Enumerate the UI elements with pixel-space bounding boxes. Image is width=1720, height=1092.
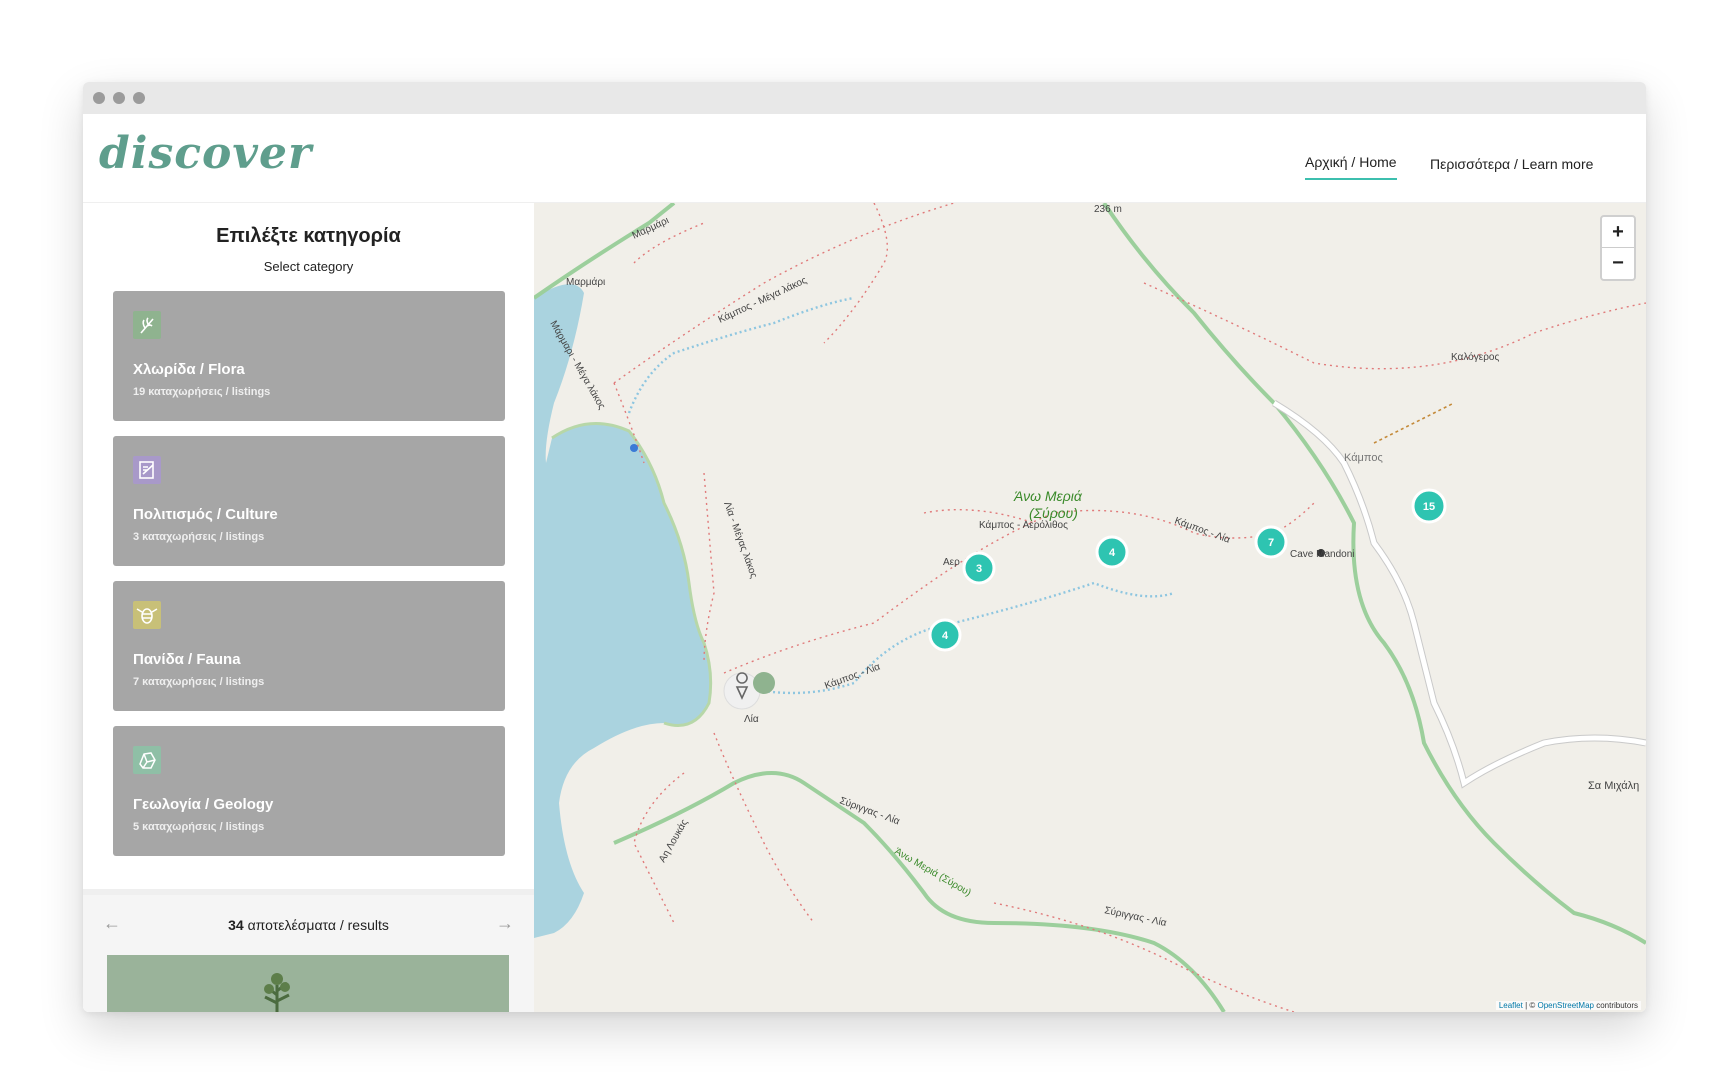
map-view[interactable]: 3 4 4 7 15 236 m Μαρμάρι Μαρμάρι Κάμπος … xyxy=(534,203,1646,1012)
window-control-minimize[interactable] xyxy=(113,92,125,104)
zoom-in-button[interactable]: + xyxy=(1602,217,1634,248)
results-number: 34 xyxy=(228,917,244,933)
scroll-icon xyxy=(133,456,161,484)
streams xyxy=(627,296,1175,695)
leaf-icon xyxy=(133,311,161,339)
plant-image xyxy=(264,973,290,1012)
sidebar-subtitle: Select category xyxy=(263,259,354,274)
cluster-count: 15 xyxy=(1423,501,1435,513)
map-label: Κάμπος xyxy=(1344,452,1383,464)
attribution-tail: contributors xyxy=(1593,1001,1638,1010)
category-count: 7 καταχωρήσεις / listings xyxy=(133,676,265,688)
map-label: Καλόγερος xyxy=(1451,351,1499,363)
category-count: 3 καταχωρήσεις / listings xyxy=(133,531,265,543)
category-label: Χλωρίδα / Flora xyxy=(133,361,245,378)
map-label: Κάμπος - Λία xyxy=(1173,515,1232,546)
category-card-culture[interactable]: Πολιτισμός / Culture 3 καταχωρήσεις / li… xyxy=(113,436,505,566)
results-label: αποτελέσματα / results xyxy=(247,917,389,933)
map-label: Σύριγγας - Λία xyxy=(1103,904,1168,929)
map-label: (Σύρου) xyxy=(1029,505,1078,521)
water-source-icon[interactable] xyxy=(630,444,638,452)
category-card-geology[interactable]: Γεωλογία / Geology 5 καταχωρήσεις / list… xyxy=(113,726,505,856)
category-card-fauna[interactable]: Πανίδα / Fauna 7 καταχωρήσεις / listings xyxy=(113,581,505,711)
map-label: 236 m xyxy=(1094,204,1122,215)
leaflet-link[interactable]: Leaflet xyxy=(1499,1001,1523,1010)
cluster-count: 7 xyxy=(1268,537,1274,549)
map-label: Κάμπος - Αερόλιθος xyxy=(979,519,1068,531)
white-road xyxy=(1272,400,1646,788)
osm-link[interactable]: OpenStreetMap xyxy=(1537,1001,1593,1010)
category-count: 5 καταχωρήσεις / listings xyxy=(133,821,265,833)
sidebar-title: Επιλέξτε κατηγορία xyxy=(216,225,401,247)
map-label: Λία xyxy=(744,713,759,725)
category-card-flora[interactable]: Χλωρίδα / Flora 19 καταχωρήσεις / listin… xyxy=(113,291,505,421)
window-control-close[interactable] xyxy=(93,92,105,104)
nav-learn-more-link[interactable]: Περισσότερα / Learn more xyxy=(1430,156,1593,172)
category-count: 19 καταχωρήσεις / listings xyxy=(133,386,271,398)
category-label: Γεωλογία / Geology xyxy=(133,796,274,813)
site-header: discover Αρχική / Home Περισσότερα / Lea… xyxy=(83,114,1646,203)
white-road-outline xyxy=(1272,399,1646,789)
arrow-right-icon[interactable]: → xyxy=(496,913,514,934)
category-sidebar: Επιλέξτε κατηγορία Select category Χλωρί… xyxy=(83,203,534,1012)
rock-icon xyxy=(133,746,161,774)
track xyxy=(1373,402,1455,444)
cluster-count: 3 xyxy=(976,563,982,575)
zoom-out-button[interactable]: − xyxy=(1602,248,1634,278)
window-control-maximize[interactable] xyxy=(133,92,145,104)
map-label: Μαρμάρι xyxy=(630,214,671,241)
map-label: Άνω Μεριά xyxy=(1013,488,1083,504)
browser-window: discover Αρχική / Home Περισσότερα / Lea… xyxy=(83,82,1646,1012)
attribution-separator: | © xyxy=(1522,1001,1538,1010)
logo[interactable]: discover xyxy=(99,128,312,179)
window-titlebar xyxy=(83,82,1646,114)
map-label: Κάμπος - Μέγα λάκος xyxy=(716,274,809,326)
category-label: Πολιτισμός / Culture xyxy=(133,506,278,523)
road xyxy=(1102,203,1646,945)
map-label: Άνω Μεριά (Σύρου) xyxy=(893,845,974,899)
map-label: Σα Μιχάλη xyxy=(1588,780,1639,792)
result-card-thumbnail[interactable] xyxy=(107,955,509,1012)
results-count: 34 αποτελέσματα / results xyxy=(83,917,534,933)
cluster-count: 4 xyxy=(942,630,949,642)
road xyxy=(613,771,1226,1012)
map-attribution: Leaflet | © OpenStreetMap contributors xyxy=(1495,1001,1641,1010)
map-canvas[interactable]: 3 4 4 7 15 236 m Μαρμάρι Μαρμάρι Κάμπος … xyxy=(534,203,1646,1012)
results-pager: ← 34 αποτελέσματα / results → xyxy=(83,889,534,1012)
bee-icon xyxy=(133,601,161,629)
cluster-count: 4 xyxy=(1109,547,1116,559)
map-label: Λία - Μέγας λάκος xyxy=(721,500,760,580)
map-label: Μαρμάρι xyxy=(566,276,605,288)
nav-home-link[interactable]: Αρχική / Home xyxy=(1305,154,1397,180)
flora-marker-icon[interactable] xyxy=(753,672,775,694)
trails xyxy=(613,203,1646,1012)
map-label: Αερ xyxy=(943,557,960,568)
map-label: Κάμπος - Λία xyxy=(823,661,882,692)
map-label: Αη Λουκάς xyxy=(656,817,690,864)
map-label: Cave Mandoni xyxy=(1290,549,1354,560)
zoom-control: + − xyxy=(1600,215,1636,281)
category-label: Πανίδα / Fauna xyxy=(133,651,241,668)
